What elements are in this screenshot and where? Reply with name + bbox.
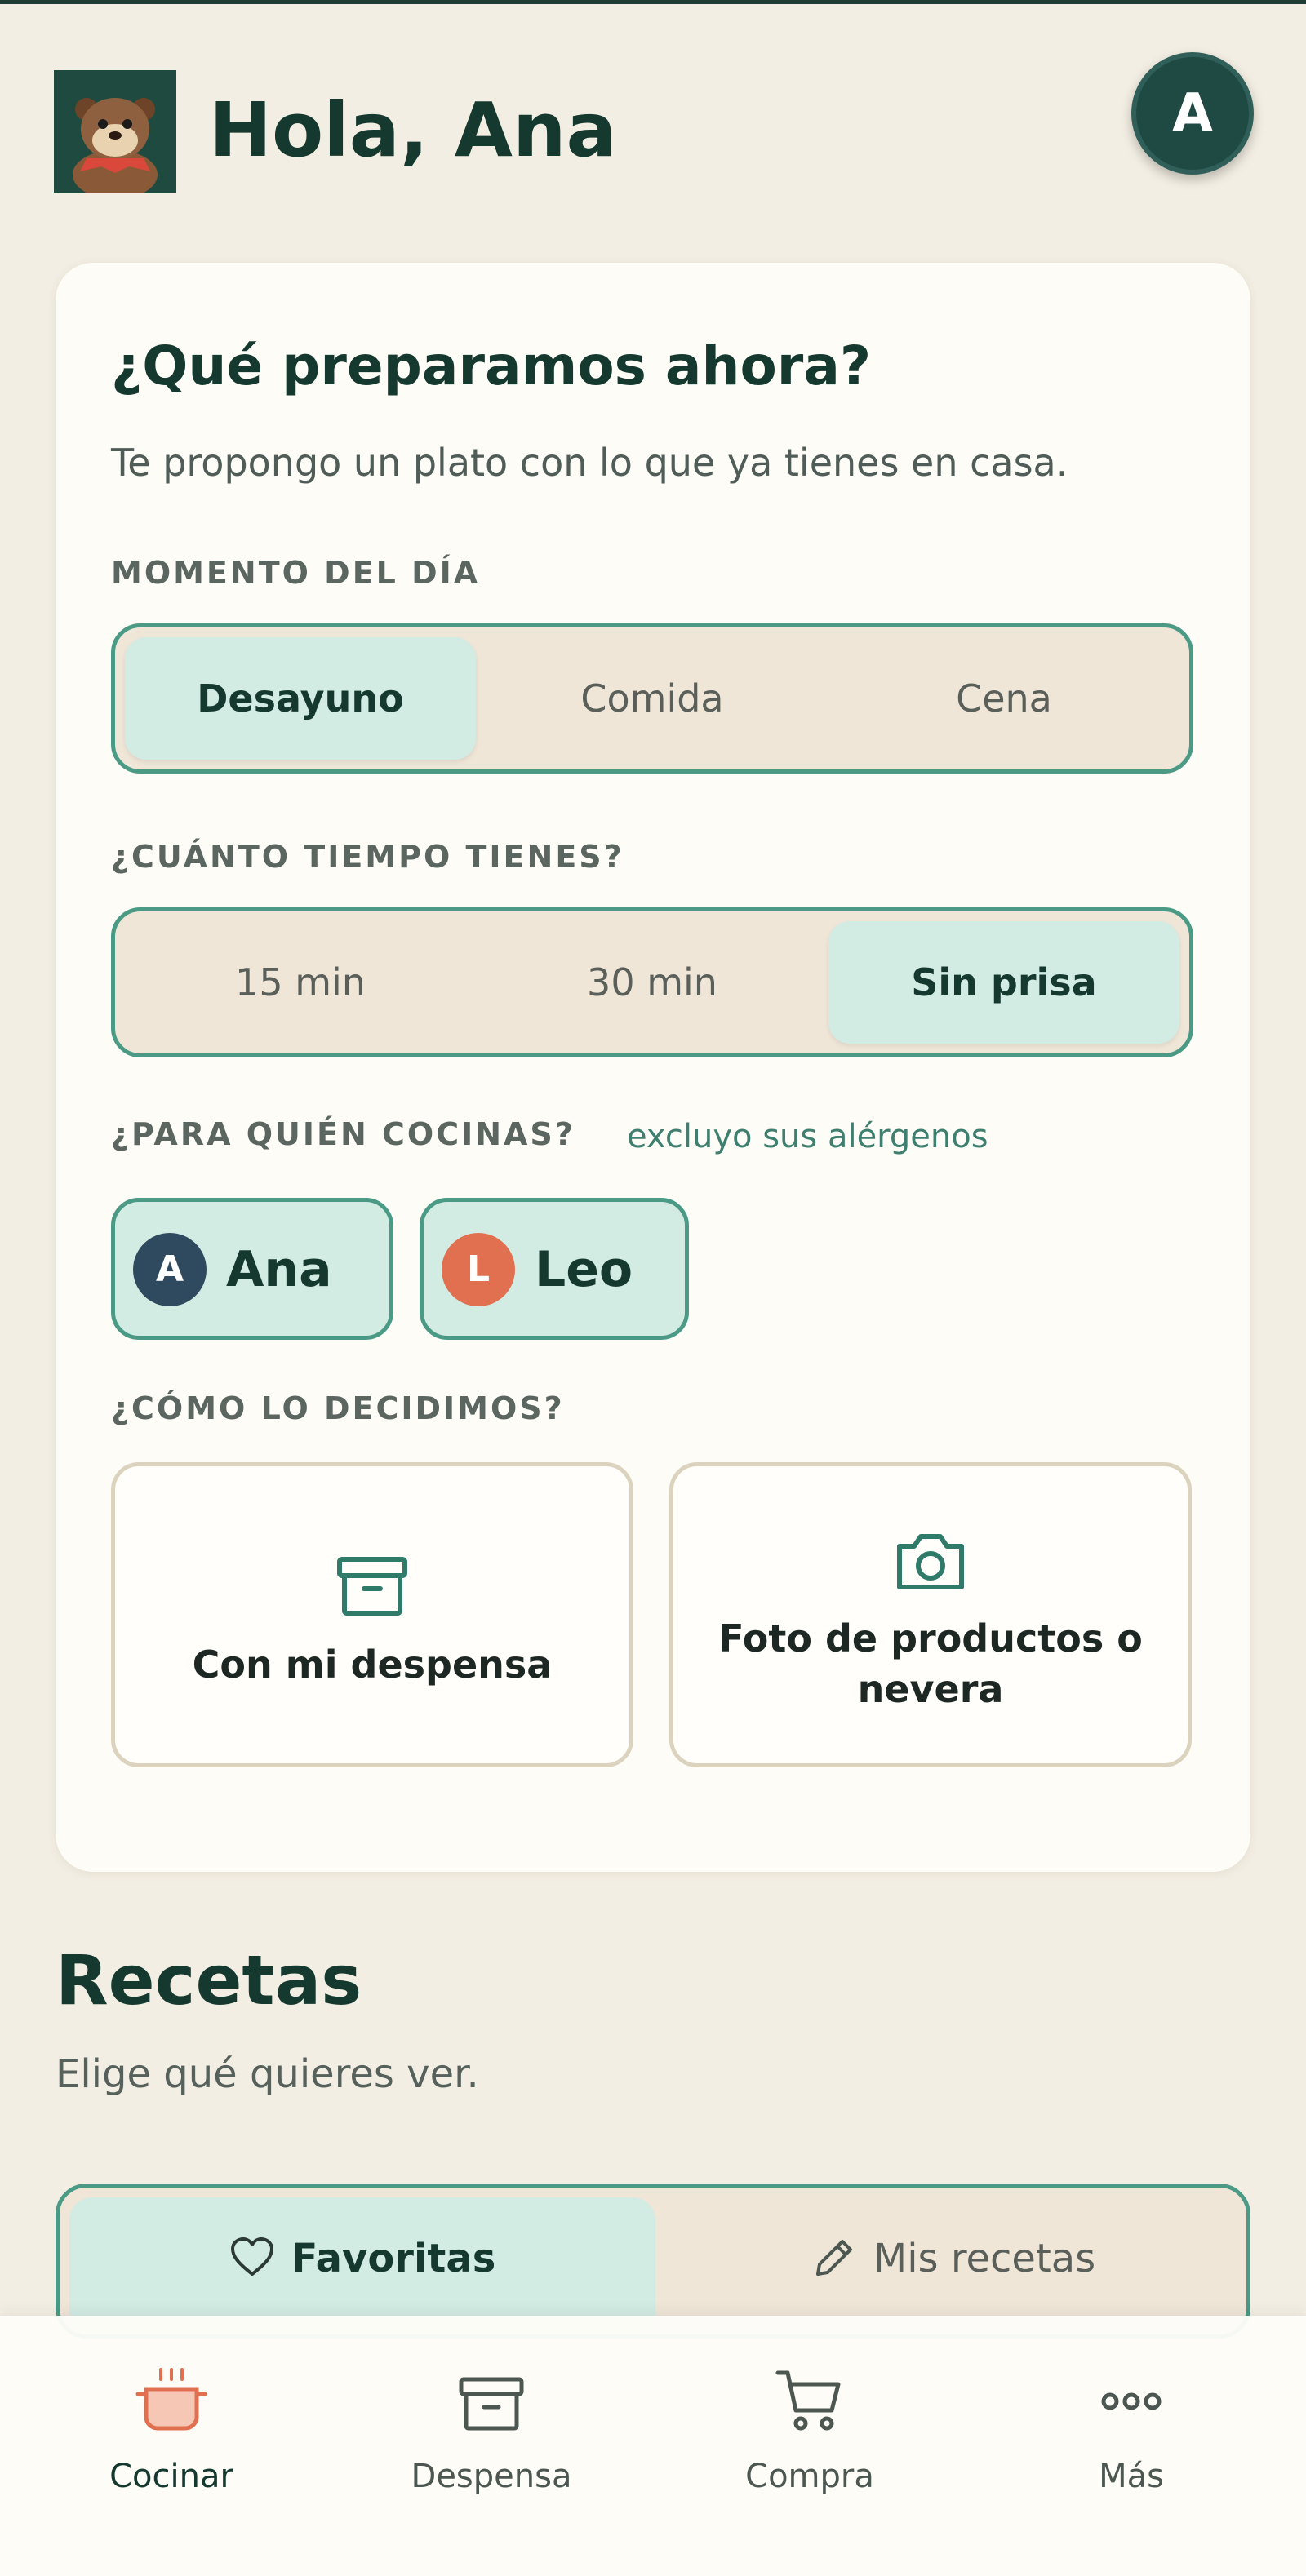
nav-item-cocinar[interactable]: Cocinar (8, 2365, 335, 2528)
nav-label: Despensa (411, 2458, 572, 2495)
allergen-note: excluyo sus alérgenos (627, 1118, 988, 1155)
nav-item-despensa[interactable]: Despensa (328, 2365, 655, 2528)
card-title: ¿Qué preparamos ahora? (111, 335, 872, 397)
person-chip-ana[interactable]: A Ana (111, 1198, 393, 1340)
option-photo-button[interactable]: Foto de productos o nevera (669, 1462, 1192, 1767)
cook-now-card: ¿Qué preparamos ahora? Te propongo un pl… (56, 263, 1250, 1872)
top-edge-bar (0, 0, 1306, 4)
time-selector: 15 min 30 min Sin prisa (111, 907, 1193, 1057)
nav-label: Más (1099, 2458, 1164, 2495)
person-avatar: A (133, 1233, 207, 1306)
profile-avatar-button[interactable]: A (1131, 52, 1254, 175)
recipes-subtitle: Elige qué quieres ver. (56, 2051, 479, 2097)
tab-label: Mis recetas (873, 2236, 1096, 2281)
option-label: Con mi despensa (192, 1643, 553, 1687)
option-label: Foto de productos o nevera (718, 1616, 1143, 1711)
nav-item-compra[interactable]: Compra (646, 2365, 973, 2528)
time-label: ¿CUÁNTO TIEMPO TIENES? (111, 839, 624, 875)
greeting-title: Hola, Ana (209, 86, 617, 174)
nav-label: Compra (745, 2458, 874, 2495)
box-icon (333, 1546, 411, 1625)
moment-option-comida[interactable]: Comida (477, 637, 828, 760)
person-chip-leo[interactable]: L Leo (420, 1198, 689, 1340)
more-icon (1101, 2392, 1162, 2410)
option-pantry-button[interactable]: Con mi despensa (111, 1462, 633, 1767)
people-label: ¿PARA QUIÉN COCINAS? (111, 1116, 575, 1152)
time-option-30[interactable]: 30 min (477, 921, 828, 1044)
recipes-title: Recetas (56, 1940, 362, 2020)
decide-label: ¿CÓMO LO DECIDIMOS? (111, 1390, 565, 1426)
person-avatar: L (442, 1233, 515, 1306)
nav-label: Cocinar (109, 2458, 233, 2495)
heart-icon (230, 2237, 273, 2276)
header: Hola, Ana A (54, 52, 1254, 194)
card-subtitle: Te propongo un plato con lo que ya tiene… (111, 441, 1068, 485)
person-name: Leo (535, 1241, 633, 1298)
moment-selector: Desayuno Comida Cena (111, 623, 1193, 774)
cart-icon (775, 2370, 841, 2431)
person-name: Ana (226, 1241, 332, 1298)
camera-icon (891, 1522, 970, 1600)
box-icon (459, 2377, 524, 2431)
tab-label: Favoritas (291, 2236, 496, 2281)
otter-logo-icon (54, 70, 176, 193)
bottom-navigation: Cocinar Despensa Compra Más (0, 2316, 1306, 2576)
pot-icon (135, 2368, 207, 2431)
pencil-icon (815, 2240, 852, 2276)
time-option-15[interactable]: 15 min (125, 921, 476, 1044)
moment-option-cena[interactable]: Cena (828, 637, 1179, 760)
time-option-sin-prisa[interactable]: Sin prisa (828, 921, 1179, 1044)
nav-item-mas[interactable]: Más (968, 2365, 1295, 2528)
moment-label: MOMENTO DEL DÍA (111, 555, 481, 591)
moment-option-desayuno[interactable]: Desayuno (125, 637, 476, 760)
